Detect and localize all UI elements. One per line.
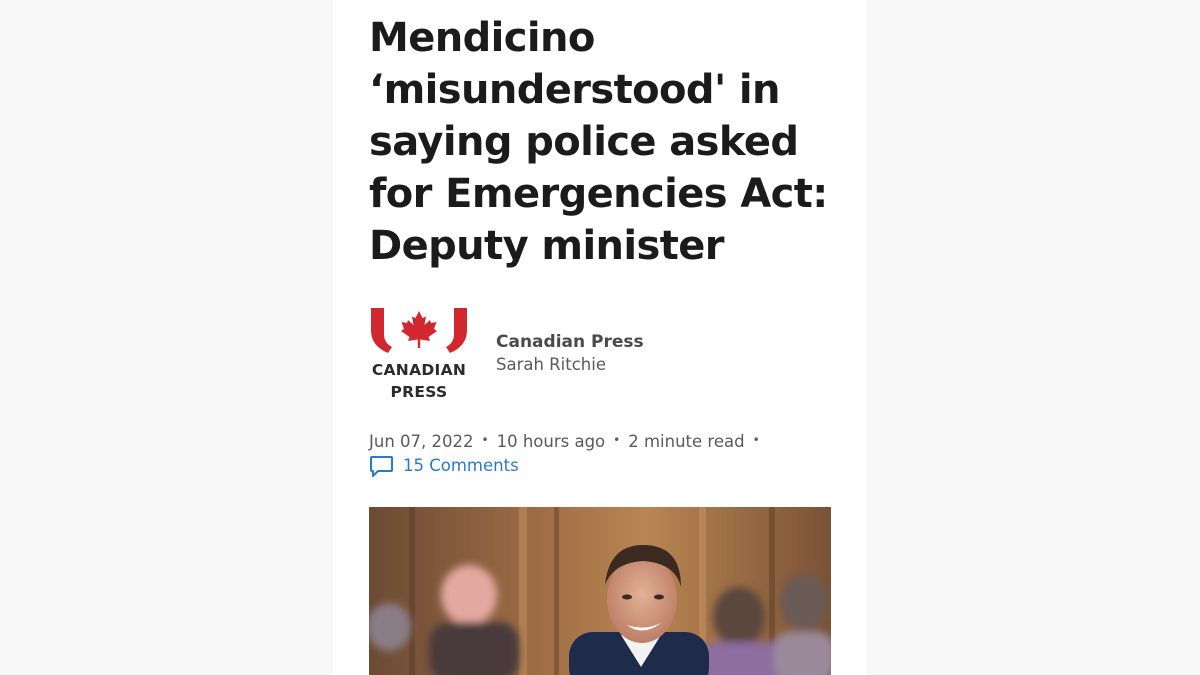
article-photo[interactable] bbox=[369, 507, 831, 675]
comments-link[interactable]: 15 Comments bbox=[369, 454, 519, 478]
source-name[interactable]: Canadian Press bbox=[496, 330, 644, 354]
logo-line-2: PRESS bbox=[390, 383, 448, 401]
publish-date: Jun 07, 2022 bbox=[369, 432, 474, 451]
article-meta: Jun 07, 2022 • 10 hours ago • 2 minute read • bbox=[369, 428, 768, 454]
meta-separator: • bbox=[752, 433, 760, 447]
article-headline: Mendicino ‘misunderstood' in saying poli… bbox=[369, 15, 828, 269]
comments-count[interactable]: 15 Comments bbox=[403, 454, 519, 478]
author-name[interactable]: Sarah Ritchie bbox=[496, 354, 644, 376]
relative-time: 10 hours ago bbox=[496, 432, 606, 451]
meta-separator: • bbox=[613, 433, 621, 447]
maple-leaf-icon bbox=[371, 308, 467, 353]
meta-separator: • bbox=[481, 433, 489, 447]
read-time: 2 minute read bbox=[628, 432, 745, 451]
article-photo-image bbox=[369, 507, 831, 675]
logo-line-1: CANADIAN bbox=[371, 361, 467, 379]
article-page: Mendicino ‘misunderstood' in saying poli… bbox=[333, 0, 866, 675]
canadian-press-logo[interactable]: CANADIAN PRESS bbox=[369, 306, 469, 404]
logo-wordmark: CANADIAN PRESS bbox=[369, 359, 469, 403]
speech-bubble-icon bbox=[370, 455, 393, 477]
byline: Canadian Press Sarah Ritchie bbox=[496, 330, 644, 376]
